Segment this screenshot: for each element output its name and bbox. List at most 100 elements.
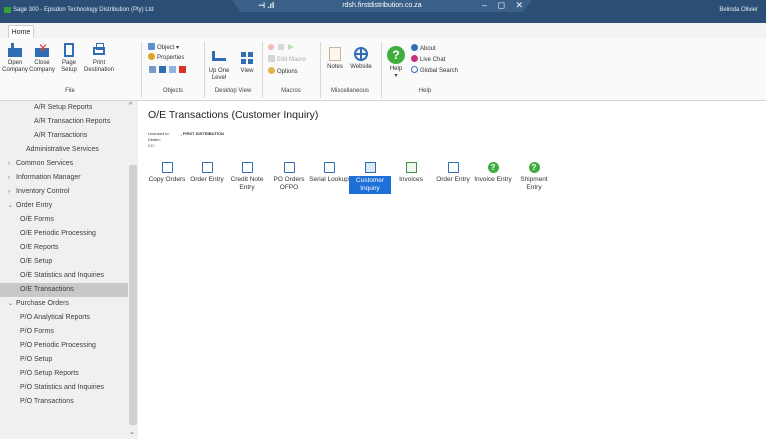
form-icon	[283, 162, 295, 173]
play-icon[interactable]	[288, 44, 294, 50]
licensed-value: , FIRST DISTRIBUTION	[180, 131, 225, 136]
live-chat-button[interactable]: Live Chat	[411, 55, 445, 64]
properties-button[interactable]: Properties	[148, 53, 184, 62]
ribbon: Open Company ✕ Close Company Page Setup …	[0, 38, 766, 101]
sidebar-item-label: P/O Statistics and Inquiries	[20, 384, 105, 391]
tile-label: Serial Lookup	[309, 176, 349, 183]
tile-label: Invoices	[399, 176, 423, 183]
edit-macro-icon	[268, 55, 275, 62]
transaction-tile[interactable]: Customer Inquiry	[349, 162, 391, 194]
chevron-right-icon[interactable]: ›	[8, 157, 16, 171]
sidebar-item[interactable]: › Inventory Control	[0, 185, 128, 199]
sidebar-item-label: P/O Setup	[20, 356, 53, 363]
tile-label: Invoice Entry	[474, 176, 512, 183]
window-title: Sage 300 - Episdon Technology Distributi…	[13, 7, 154, 13]
up-one-level-button[interactable]: Up One Level	[205, 50, 233, 82]
stop-icon[interactable]	[278, 44, 284, 50]
record-icon[interactable]	[268, 44, 274, 50]
transaction-tile[interactable]: ? Shipment Entry	[513, 162, 555, 192]
page-setup-button[interactable]: Page Setup	[57, 42, 81, 74]
tile-label: Order Entry	[190, 176, 224, 183]
ribbon-tab-row: Home	[0, 23, 766, 39]
tile-label: Credit Note Entry	[230, 176, 264, 191]
print-destination-button[interactable]: Print Destination	[84, 42, 114, 74]
chevron-down-icon[interactable]: ⌄	[8, 297, 16, 311]
sidebar-item-label: Order Entry	[16, 202, 53, 209]
object-dropdown[interactable]: Object ▾	[148, 43, 179, 52]
sidebar-item[interactable]: › Common Services	[0, 157, 128, 171]
help-circle-icon: ?	[387, 46, 405, 64]
scrollbar-thumb[interactable]	[129, 165, 137, 425]
transaction-tile[interactable]: PO Orders OFPO	[268, 162, 310, 192]
notes-button[interactable]: Notes	[324, 46, 346, 71]
view-button[interactable]: View	[236, 50, 258, 75]
form-icon	[201, 162, 213, 173]
group-label-objects: Objects	[162, 88, 184, 94]
sidebar-item[interactable]: O/E Periodic Processing	[0, 227, 128, 241]
global-search-button[interactable]: Global Search	[411, 66, 458, 75]
group-label-desktop-view: Desktop View	[214, 88, 252, 94]
sidebar-item[interactable]: O/E Forms	[0, 213, 128, 227]
sidebar-item[interactable]: O/E Setup	[0, 255, 128, 269]
chevron-right-icon[interactable]: ›	[8, 171, 16, 185]
form-icon	[241, 162, 253, 173]
cut-icon[interactable]	[149, 66, 156, 73]
sidebar-item[interactable]: P/O Periodic Processing	[0, 339, 128, 353]
sidebar-item-label: A/R Transaction Reports	[34, 118, 111, 125]
transaction-tile[interactable]: ? Invoice Entry	[472, 162, 514, 184]
sidebar-item[interactable]: ⌄ Order Entry	[0, 199, 128, 213]
macro-record-controls	[268, 44, 308, 51]
open-company-button[interactable]: Open Company	[2, 42, 28, 74]
sidebar-item[interactable]: P/O Transactions	[0, 395, 128, 409]
transaction-tile[interactable]: Order Entry	[432, 162, 474, 184]
window-controls[interactable]: – ◻ ✕	[482, 0, 527, 11]
sidebar-item[interactable]: ⌄ Purchase Orders	[0, 297, 128, 311]
sidebar-item[interactable]: O/E Reports	[0, 241, 128, 255]
transaction-tile[interactable]: Copy Orders	[146, 162, 188, 184]
navigation-tree: A/R Setup Reports A/R Transaction Reports…	[0, 101, 128, 439]
sidebar-item[interactable]: P/O Statistics and Inquiries	[0, 381, 128, 395]
form-icon	[323, 162, 335, 173]
sidebar-item[interactable]: O/E Transactions	[0, 283, 128, 297]
sidebar-item[interactable]: A/R Transactions	[0, 129, 128, 143]
transaction-tile[interactable]: Order Entry	[186, 162, 228, 184]
group-label-macros: Macros	[281, 88, 301, 94]
search-icon	[411, 66, 418, 73]
transaction-tile[interactable]: Credit Note Entry	[226, 162, 268, 192]
about-button[interactable]: About	[411, 44, 436, 53]
website-button[interactable]: Website	[347, 46, 375, 71]
sidebar-item-label: Administrative Services	[26, 146, 99, 153]
properties-gear-icon	[148, 53, 155, 60]
close-company-button[interactable]: ✕ Close Company	[29, 42, 55, 74]
sidebar-item[interactable]: P/O Setup Reports	[0, 367, 128, 381]
licensed-label: Licensed to:	[148, 131, 170, 136]
sidebar-item-label: O/E Reports	[20, 244, 59, 251]
paste-icon[interactable]	[169, 66, 176, 73]
sidebar-item[interactable]: Administrative Services	[0, 143, 128, 157]
sidebar-scrollbar[interactable]: ^ ⌄	[128, 101, 138, 439]
help-button[interactable]: ? Help ▾	[385, 46, 407, 79]
scroll-down-icon[interactable]: ⌄	[129, 428, 135, 436]
delete-icon[interactable]	[179, 66, 186, 73]
sidebar-item[interactable]: O/E Statistics and Inquiries	[0, 269, 128, 283]
sidebar-item[interactable]: P/O Setup	[0, 353, 128, 367]
close-company-icon: ✕	[34, 42, 50, 58]
sidebar-item[interactable]: P/O Forms	[0, 325, 128, 339]
sidebar-item-label: Inventory Control	[16, 188, 70, 195]
transaction-tile[interactable]: Serial Lookup	[308, 162, 350, 184]
group-label-file: File	[65, 88, 75, 94]
chevron-right-icon[interactable]: ›	[8, 185, 16, 199]
chevron-down-icon[interactable]: ⌄	[8, 199, 16, 213]
macro-options-button[interactable]: Options	[268, 67, 298, 76]
group-label-help: Help	[418, 88, 432, 94]
sidebar-item-label: P/O Setup Reports	[20, 370, 79, 377]
edit-macro-button[interactable]: Edit Macro	[268, 55, 306, 64]
sidebar-item[interactable]: A/R Setup Reports	[0, 101, 128, 115]
tab-home[interactable]: Home	[8, 25, 34, 38]
sidebar-item[interactable]: › Information Manager	[0, 171, 128, 185]
sidebar-item[interactable]: P/O Analytical Reports	[0, 311, 128, 325]
sidebar-item[interactable]: A/R Transaction Reports	[0, 115, 128, 129]
transaction-tile[interactable]: Invoices	[390, 162, 432, 184]
scroll-up-icon[interactable]: ^	[129, 102, 132, 109]
copy-icon[interactable]	[159, 66, 166, 73]
